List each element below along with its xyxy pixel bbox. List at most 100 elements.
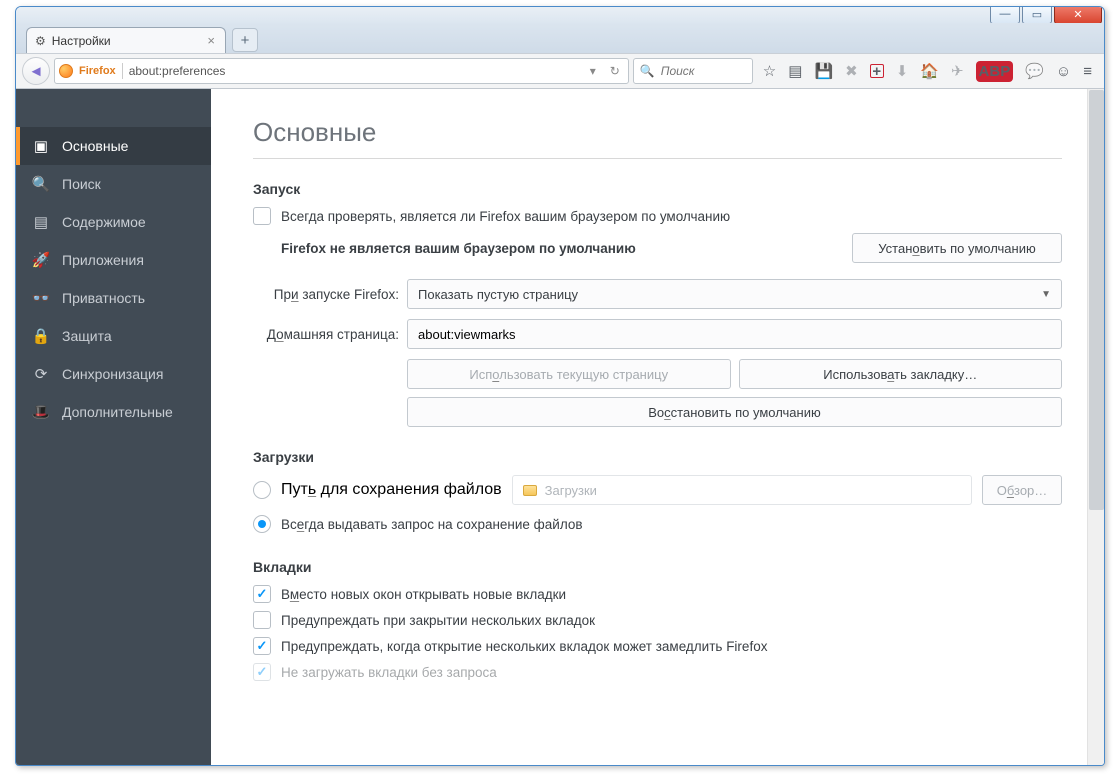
document-icon: ▤ [32, 213, 50, 231]
tab-close-button[interactable]: × [205, 33, 217, 48]
set-default-button[interactable]: Установить по умолчанию [852, 233, 1062, 263]
warn-close-row[interactable]: Предупреждать при закрытии нескольких вк… [253, 611, 1062, 629]
sidebar-item-label: Синхронизация [62, 366, 163, 382]
sidebar-item-label: Защита [62, 328, 112, 344]
default-browser-status-row: Firefox не является вашим браузером по у… [281, 233, 1062, 263]
back-button[interactable]: ◄ [22, 57, 50, 85]
rocket-icon: 🚀 [32, 251, 50, 269]
homepage-input[interactable] [418, 327, 1051, 342]
preferences-main: Основные Запуск Всегда проверять, являет… [211, 89, 1104, 765]
save-icon[interactable]: 💾 [814, 62, 833, 80]
url-bar[interactable]: Firefox about:preferences ▾ ↻ [54, 58, 629, 84]
sidebar-item-privacy[interactable]: 👓 Приватность [16, 279, 211, 317]
sidebar-item-label: Приватность [62, 290, 145, 306]
nav-toolbar: ◄ Firefox about:preferences ▾ ↻ 🔍 ☆ ▤ 💾 … [16, 53, 1104, 89]
search-icon: 🔍 [640, 64, 655, 78]
wizard-hat-icon: 🎩 [32, 403, 50, 421]
window-maximize-button[interactable]: ▭ [1022, 6, 1052, 24]
reader-icon[interactable]: ▤ [788, 62, 802, 80]
homepage-input-wrap[interactable] [407, 319, 1062, 349]
window-minimize-button[interactable]: — [990, 6, 1020, 24]
sidebar-item-label: Дополнительные [62, 404, 173, 420]
reload-button[interactable]: ↻ [606, 64, 624, 78]
on-startup-row: При запуске Firefox: Показать пустую стр… [253, 279, 1062, 309]
always-check-checkbox[interactable] [253, 207, 271, 225]
firefox-logo-icon [59, 64, 73, 78]
on-startup-value: Показать пустую страницу [418, 287, 578, 302]
stop-icon[interactable]: ✖ [845, 62, 858, 80]
send-icon[interactable]: ✈ [951, 62, 964, 80]
new-tab-button[interactable]: + [232, 28, 258, 52]
preferences-sidebar: ▣ Основные 🔍 Поиск ▤ Содержимое 🚀 Прилож… [16, 89, 211, 765]
titlebar: — ▭ ✕ [16, 7, 1104, 23]
restore-default-button[interactable]: Восстановить по умолчанию [407, 397, 1062, 427]
sidebar-item-label: Основные [62, 138, 128, 154]
browse-button[interactable]: Обзор… [982, 475, 1062, 505]
sidebar-item-label: Поиск [62, 176, 101, 192]
lock-icon: 🔒 [32, 327, 50, 345]
default-browser-status: Firefox не является вашим браузером по у… [281, 241, 840, 256]
always-check-label: Всегда проверять, является ли Firefox ва… [281, 209, 730, 224]
sidebar-item-label: Приложения [62, 252, 144, 268]
window-close-button[interactable]: ✕ [1054, 6, 1102, 24]
warn-slow-row[interactable]: Предупреждать, когда открытие нескольких… [253, 637, 1062, 655]
on-startup-label: При запуске Firefox: [253, 287, 399, 302]
abp-icon[interactable]: ABP [976, 63, 1014, 80]
use-bookmark-button[interactable]: Использовать закладку… [739, 359, 1063, 389]
url-brand: Firefox [79, 65, 116, 77]
homepage-row: Домашняя страница: [253, 319, 1062, 349]
sidebar-item-advanced[interactable]: 🎩 Дополнительные [16, 393, 211, 431]
homepage-btn-row: Использовать текущую страницу Использова… [407, 359, 1062, 389]
sidebar-item-label: Содержимое [62, 214, 146, 230]
use-current-page-button[interactable]: Использовать текущую страницу [407, 359, 731, 389]
warn-slow-label: Предупреждать, когда открытие нескольких… [281, 639, 767, 654]
save-to-row[interactable]: Путь для сохранения файлов Загрузки Обзо… [253, 475, 1062, 505]
download-icon[interactable]: ⬇ [896, 62, 909, 80]
scrollbar[interactable] [1087, 89, 1104, 765]
always-ask-radio[interactable] [253, 515, 271, 533]
toolbar-icons: ☆ ▤ 💾 ✖ + ⬇ 🏠 ✈ ABP 💬 ☺ ≡ [757, 62, 1098, 80]
scroll-thumb[interactable] [1089, 90, 1104, 510]
dropdown-icon[interactable]: ▾ [586, 64, 600, 78]
divider [253, 158, 1062, 159]
bookmark-star-icon[interactable]: ☆ [763, 62, 776, 80]
content-area: ▣ Основные 🔍 Поиск ▤ Содержимое 🚀 Прилож… [16, 89, 1104, 765]
search-bar[interactable]: 🔍 [633, 58, 753, 84]
sidebar-item-content[interactable]: ▤ Содержимое [16, 203, 211, 241]
always-ask-row[interactable]: Всегда выдавать запрос на сохранение фай… [253, 515, 1062, 533]
sync-icon: ⟳ [32, 365, 50, 383]
sidebar-item-sync[interactable]: ⟳ Синхронизация [16, 355, 211, 393]
tab-strip: ⚙ Настройки × + [16, 23, 1104, 53]
save-to-radio[interactable] [253, 481, 271, 499]
folder-icon [523, 485, 537, 496]
app-window: — ▭ ✕ ⚙ Настройки × + ◄ Firefox about:pr… [15, 6, 1105, 766]
always-check-row[interactable]: Всегда проверять, является ли Firefox ва… [253, 207, 1062, 225]
dont-load-label: Не загружать вкладки без запроса [281, 665, 497, 680]
open-in-tabs-checkbox[interactable] [253, 585, 271, 603]
warn-slow-checkbox[interactable] [253, 637, 271, 655]
face-icon[interactable]: ☺ [1056, 63, 1071, 80]
tab-title: Настройки [52, 34, 111, 48]
browser-tab[interactable]: ⚙ Настройки × [26, 27, 226, 53]
sidebar-item-security[interactable]: 🔒 Защита [16, 317, 211, 355]
sidebar-item-general[interactable]: ▣ Основные [16, 127, 211, 165]
gear-icon: ⚙ [35, 34, 46, 48]
chat-icon[interactable]: 💬 [1025, 62, 1044, 80]
downloads-heading: Загрузки [253, 449, 1062, 465]
home-icon[interactable]: 🏠 [920, 62, 939, 80]
search-icon: 🔍 [32, 175, 50, 193]
page-title: Основные [253, 117, 1062, 148]
dont-load-checkbox[interactable] [253, 663, 271, 681]
warn-close-checkbox[interactable] [253, 611, 271, 629]
on-startup-select[interactable]: Показать пустую страницу ▼ [407, 279, 1062, 309]
open-in-tabs-row[interactable]: Вместо новых окон открывать новые вкладк… [253, 585, 1062, 603]
open-in-tabs-label: Вместо новых окон открывать новые вкладк… [281, 587, 566, 602]
always-ask-label: Всегда выдавать запрос на сохранение фай… [281, 517, 583, 532]
chevron-down-icon: ▼ [1041, 289, 1051, 300]
sidebar-item-applications[interactable]: 🚀 Приложения [16, 241, 211, 279]
dont-load-row[interactable]: Не загружать вкладки без запроса [253, 663, 1062, 681]
menu-button[interactable]: ≡ [1083, 63, 1092, 80]
sidebar-item-search[interactable]: 🔍 Поиск [16, 165, 211, 203]
search-input[interactable] [661, 64, 741, 78]
addon-plus-icon[interactable]: + [870, 63, 884, 80]
